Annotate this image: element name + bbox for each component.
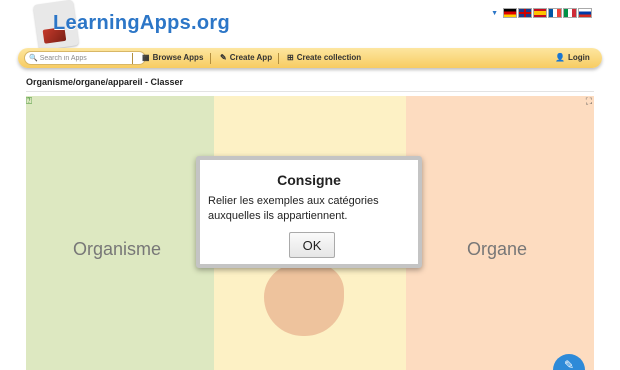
learningapps-logo[interactable]: LearningApps.org bbox=[28, 0, 230, 51]
grid-icon: ▦ bbox=[142, 53, 150, 62]
language-selector[interactable]: ▼ bbox=[491, 8, 592, 18]
search-box[interactable]: 🔍 bbox=[24, 51, 146, 65]
logo-text: LearningApps.org bbox=[53, 12, 231, 34]
nav-divider bbox=[210, 53, 211, 64]
edit-icon: ✎ bbox=[563, 358, 575, 370]
main-nav-bar: 🔍 ▦ Browse Apps ✎ Create App ⊞ Create co… bbox=[18, 48, 602, 68]
nav-divider bbox=[278, 53, 279, 64]
create-app-link[interactable]: ✎ Create App bbox=[220, 53, 272, 62]
category-label-organisme: Organisme bbox=[73, 239, 162, 259]
create-app-label: Create App bbox=[229, 53, 273, 62]
nav-divider bbox=[132, 53, 133, 64]
browse-apps-label: Browse Apps bbox=[152, 53, 204, 62]
flag-english-icon[interactable] bbox=[518, 8, 532, 18]
login-label: Login bbox=[567, 53, 590, 62]
dialog-title: Consigne bbox=[277, 172, 341, 188]
search-icon: 🔍 bbox=[29, 55, 38, 62]
flag-italian-icon[interactable] bbox=[563, 8, 577, 18]
user-icon: 👤 bbox=[555, 53, 565, 62]
flag-german-icon[interactable] bbox=[503, 8, 517, 18]
dialog-message: Relier les exemples aux catégories auxqu… bbox=[208, 195, 379, 222]
category-organe-zone[interactable] bbox=[406, 96, 594, 370]
fullscreen-icon[interactable]: ⛶ bbox=[586, 96, 592, 107]
drag-hand-illustration bbox=[264, 264, 344, 336]
browse-apps-link[interactable]: ▦ Browse Apps bbox=[142, 53, 203, 62]
page-title: Organisme/organe/appareil - Classer bbox=[26, 77, 184, 87]
create-collection-link[interactable]: ⊞ Create collection bbox=[287, 53, 361, 62]
title-divider bbox=[26, 91, 594, 92]
create-collection-label: Create collection bbox=[296, 53, 362, 62]
collection-icon: ⊞ bbox=[287, 53, 294, 62]
category-organisme-zone[interactable] bbox=[26, 96, 214, 370]
language-dropdown-icon[interactable]: ▼ bbox=[491, 10, 498, 17]
ok-button[interactable]: OK bbox=[289, 232, 335, 258]
search-input[interactable] bbox=[37, 54, 136, 62]
help-hint-icon[interactable]: ⍰ bbox=[26, 96, 32, 107]
flag-french-icon[interactable] bbox=[548, 8, 562, 18]
pencil-icon: ✎ bbox=[220, 53, 227, 62]
flag-spanish-icon[interactable] bbox=[533, 8, 547, 18]
login-link[interactable]: 👤 Login bbox=[555, 53, 590, 62]
instruction-dialog: Consigne Relier les exemples aux catégor… bbox=[196, 156, 422, 268]
flag-russian-icon[interactable] bbox=[578, 8, 592, 18]
category-label-organe: Organe bbox=[467, 239, 528, 259]
